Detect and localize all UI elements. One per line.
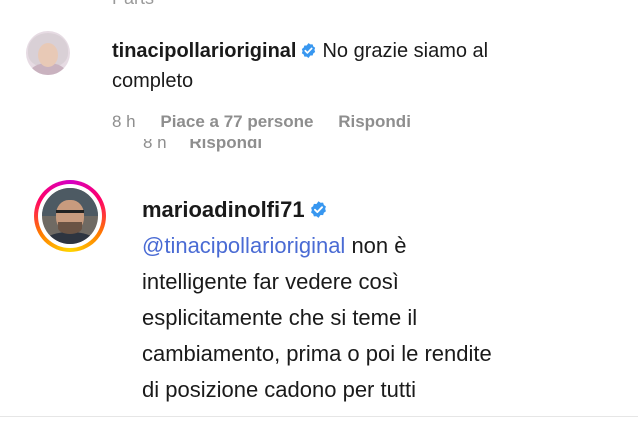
hidden-reply-button[interactable]: Rispondi: [189, 139, 262, 152]
divider: [0, 416, 638, 417]
username-link[interactable]: marioadinolfi71: [142, 197, 305, 222]
comment-time: 8 h: [112, 112, 136, 131]
mention-link[interactable]: @tinacipollarioriginal: [142, 233, 345, 258]
hidden-comment-meta: 8 h Rispondi: [143, 139, 343, 153]
username-link[interactable]: tinacipollarioriginal: [112, 40, 296, 62]
previous-comment-cut-text: Parts: [112, 0, 154, 9]
comment-text-line: esplicitamente che si teme il: [142, 305, 418, 330]
verified-badge-icon: [302, 43, 316, 58]
comment-meta: 8 h Piace a 77 persone Rispondi: [112, 112, 431, 132]
comment-text-line2: completo: [112, 70, 194, 92]
comment-marioadinolfi71: marioadinolfi71 @tinacipollarioriginal n…: [142, 192, 622, 408]
comment-text-line: cambiamento, prima o poi le rendite: [142, 341, 492, 366]
comment-text-line1: No grazie siamo al: [322, 40, 489, 62]
comment-text-line: intelligente far vedere così: [142, 269, 399, 294]
avatar-tinacipollarioriginal[interactable]: [26, 31, 70, 75]
avatar-marioadinolfi71-story-ring[interactable]: [34, 180, 106, 252]
verified-badge-icon: [310, 201, 326, 218]
comment-text-mention-tail: non è: [345, 233, 407, 258]
comment-text-line: di posizione cadono per tutti: [142, 377, 416, 402]
hidden-comment-time: 8 h: [143, 139, 167, 152]
comment-tinacipollarioriginal: tinacipollarioriginal No grazie siamo al …: [112, 36, 612, 96]
avatar-marioadinolfi71: [42, 188, 98, 244]
likes-count-link[interactable]: Piace a 77 persone: [160, 112, 313, 131]
reply-button[interactable]: Rispondi: [338, 112, 411, 131]
